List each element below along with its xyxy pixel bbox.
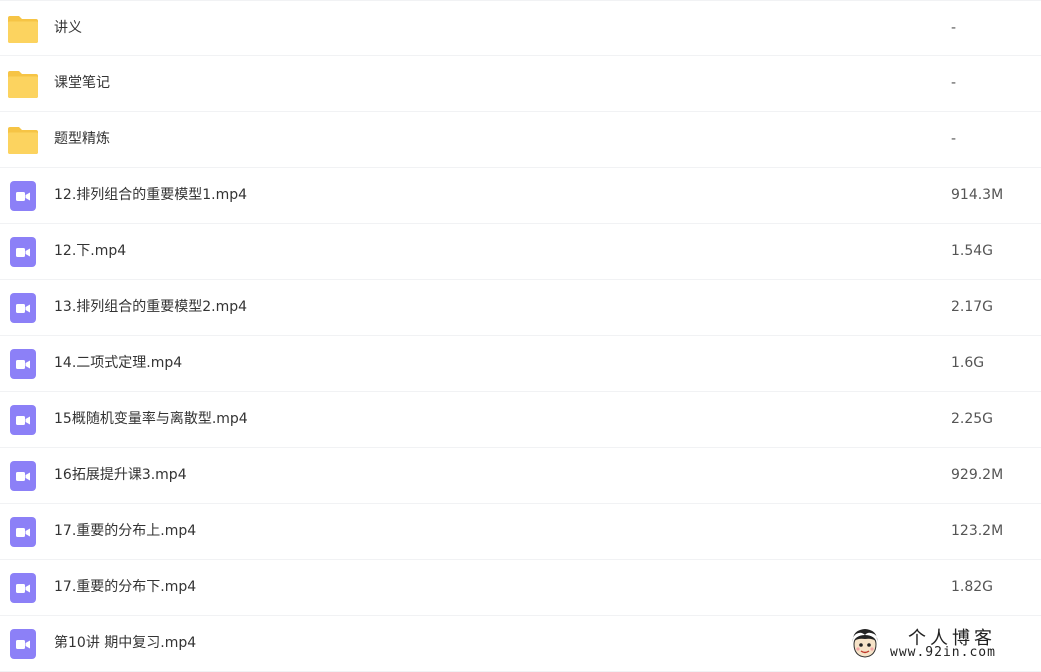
video-icon <box>7 629 39 659</box>
video-icon <box>7 405 39 435</box>
file-name: 15概随机变量率与离散型.mp4 <box>54 411 248 427</box>
file-row[interactable]: 16拓展提升课3.mp4 929.2M <box>0 448 1041 504</box>
video-icon <box>7 293 39 323</box>
file-size: 929.2M <box>951 467 1004 483</box>
file-size: 2.25G <box>951 411 994 427</box>
watermark-url: www.92in.com <box>890 645 996 660</box>
watermark: 个人博客 www.92in.com <box>846 624 1036 664</box>
file-size: - <box>951 75 957 91</box>
file-size: 1.82G <box>951 579 994 595</box>
file-row[interactable]: 13.排列组合的重要模型2.mp4 2.17G <box>0 280 1041 336</box>
file-size: 1.54G <box>951 243 994 259</box>
file-name: 16拓展提升课3.mp4 <box>54 467 187 483</box>
folder-icon <box>7 14 39 44</box>
folder-icon <box>7 125 39 155</box>
file-name: 课堂笔记 <box>54 75 110 91</box>
file-name: 12.排列组合的重要模型1.mp4 <box>54 187 248 203</box>
file-size: - <box>951 131 957 147</box>
file-row[interactable]: 12.排列组合的重要模型1.mp4 914.3M <box>0 168 1041 224</box>
file-name: 讲义 <box>54 20 82 36</box>
file-name: 17.重要的分布下.mp4 <box>54 579 197 595</box>
video-icon <box>7 349 39 379</box>
file-name: 13.排列组合的重要模型2.mp4 <box>54 299 248 315</box>
file-row[interactable]: 15概随机变量率与离散型.mp4 2.25G <box>0 392 1041 448</box>
file-name: 题型精炼 <box>54 131 110 147</box>
file-row[interactable]: 17.重要的分布上.mp4 123.2M <box>0 504 1041 560</box>
video-icon <box>7 237 39 267</box>
video-icon <box>7 573 39 603</box>
file-row[interactable]: 讲义 - <box>0 0 1041 56</box>
file-size: 2.17G <box>951 299 994 315</box>
file-size: - <box>951 20 957 36</box>
video-icon <box>7 181 39 211</box>
file-row[interactable]: 17.重要的分布下.mp4 1.82G <box>0 560 1041 616</box>
file-list: 讲义 - 课堂笔记 - 题型精炼 - 12.排列组合的重要模型1.mp4 914… <box>0 0 1041 672</box>
cartoon-avatar-icon <box>848 626 882 660</box>
file-name: 12.下.mp4 <box>54 243 127 259</box>
file-row[interactable]: 12.下.mp4 1.54G <box>0 224 1041 280</box>
file-size: 123.2M <box>951 523 1004 539</box>
file-name: 14.二项式定理.mp4 <box>54 355 183 371</box>
file-name: 第10讲 期中复习.mp4 <box>54 635 197 651</box>
video-icon <box>7 461 39 491</box>
file-size: 1.6G <box>951 355 985 371</box>
folder-icon <box>7 69 39 99</box>
file-name: 17.重要的分布上.mp4 <box>54 523 197 539</box>
file-row[interactable]: 课堂笔记 - <box>0 56 1041 112</box>
video-icon <box>7 517 39 547</box>
file-size: 914.3M <box>951 187 1004 203</box>
file-row[interactable]: 题型精炼 - <box>0 112 1041 168</box>
file-row[interactable]: 14.二项式定理.mp4 1.6G <box>0 336 1041 392</box>
